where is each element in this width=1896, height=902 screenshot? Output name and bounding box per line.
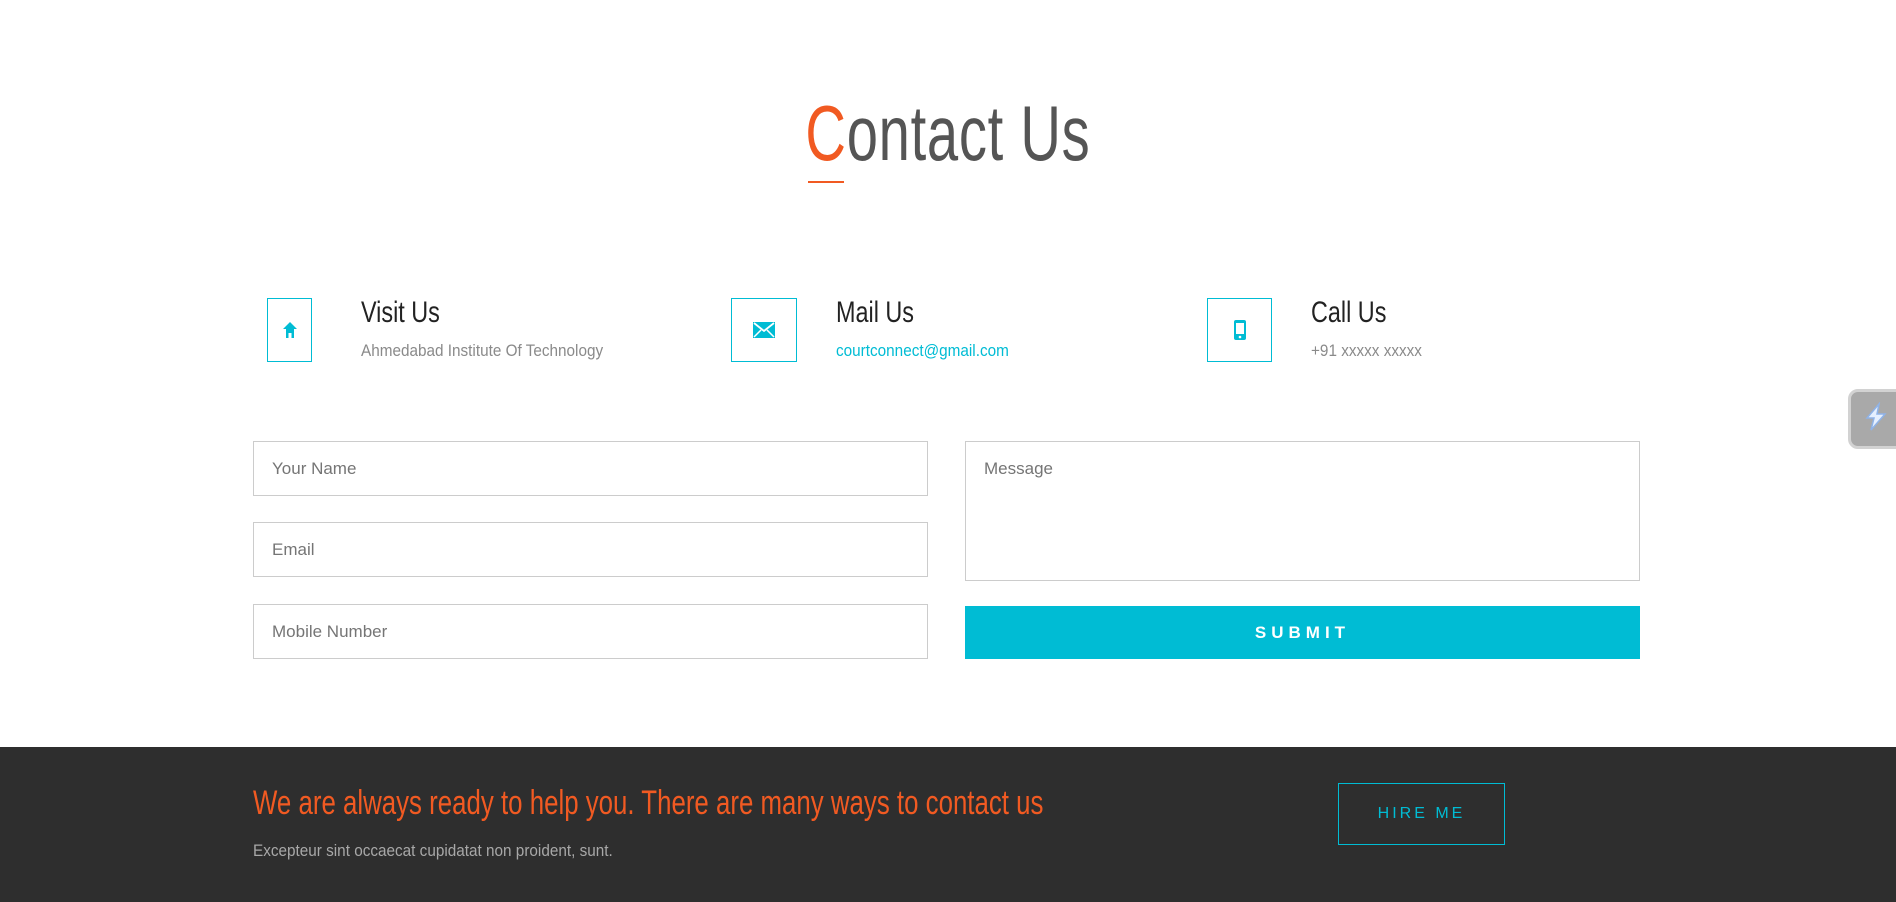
home-icon xyxy=(282,322,297,338)
envelope-icon xyxy=(753,322,775,338)
mail-us-block: Mail Us courtconnect@gmail.com xyxy=(731,298,1081,364)
name-input[interactable] xyxy=(253,441,928,496)
floating-extension-widget[interactable] xyxy=(1848,389,1896,449)
visit-us-block: Visit Us Ahmedabad Institute Of Technolo… xyxy=(267,298,647,364)
lightning-icon xyxy=(1865,402,1887,431)
message-textarea[interactable] xyxy=(965,441,1640,581)
footer-heading: We are always ready to help you. There a… xyxy=(253,784,1044,822)
hire-me-button[interactable]: HIRE ME xyxy=(1338,783,1505,845)
title-rest: ontact Us xyxy=(846,89,1091,177)
mail-icon-box xyxy=(731,298,797,362)
footer-banner: We are always ready to help you. There a… xyxy=(0,747,1896,902)
phone-icon xyxy=(1233,320,1246,340)
footer-subtext: Excepteur sint occaecat cupidatat non pr… xyxy=(253,841,613,860)
page-title: Contact Us xyxy=(805,88,1090,178)
visit-icon-box xyxy=(267,298,312,362)
visit-us-title: Visit Us xyxy=(361,296,440,329)
call-us-phone: +91 xxxxx xxxxx xyxy=(1311,341,1422,360)
call-us-block: Call Us +91 xxxxx xxxxx xyxy=(1207,298,1507,364)
mobile-number-input[interactable] xyxy=(253,604,928,659)
visit-us-address: Ahmedabad Institute Of Technology xyxy=(361,341,604,360)
title-underline xyxy=(808,181,844,183)
email-input[interactable] xyxy=(253,522,928,577)
call-us-title: Call Us xyxy=(1311,296,1387,329)
mail-us-email-link[interactable]: courtconnect@gmail.com xyxy=(836,342,1009,360)
submit-button[interactable]: SUBMIT xyxy=(965,606,1640,659)
section-header: Contact Us xyxy=(0,88,1896,178)
title-first-letter: C xyxy=(805,89,847,177)
call-icon-box xyxy=(1207,298,1272,362)
mail-us-title: Mail Us xyxy=(836,296,915,329)
